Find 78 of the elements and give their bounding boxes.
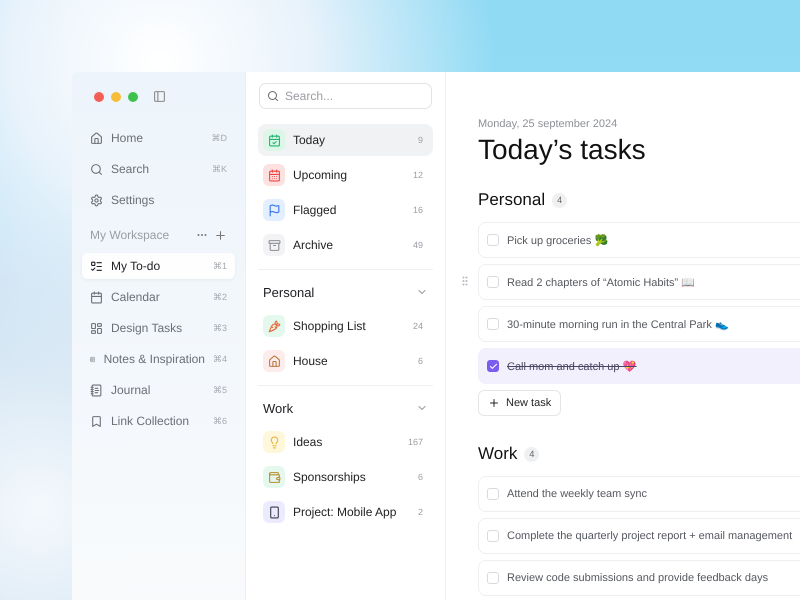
count-text: 6 xyxy=(418,472,423,482)
section-title: My Workspace xyxy=(90,228,170,242)
list-item[interactable]: Sponsorships 6 xyxy=(258,461,433,493)
checkbox[interactable] xyxy=(487,360,499,372)
minimize-dot[interactable] xyxy=(111,92,121,102)
date-text: Monday, 25 september 2024 xyxy=(478,118,618,130)
count-text: 49 xyxy=(412,240,423,250)
sidebar-item[interactable]: Notes & Inspiration ⌘4 xyxy=(82,346,235,372)
search-icon xyxy=(90,162,103,176)
shortcut-text: ⌘5 xyxy=(212,384,227,396)
task-row[interactable]: Complete the quarterly project report + email management xyxy=(478,518,800,554)
add-icon[interactable] xyxy=(214,228,227,242)
list-item[interactable]: Archive 49 xyxy=(258,229,433,261)
task-row[interactable]: Call mom and catch up 💖 xyxy=(478,348,800,384)
carrot-icon xyxy=(263,315,285,337)
list-item[interactable]: Upcoming 12 xyxy=(258,159,433,191)
sidebar-item[interactable]: Settings xyxy=(82,187,235,213)
phone-icon xyxy=(263,501,285,523)
list-item[interactable]: Ideas 167 xyxy=(258,426,433,458)
count-text: 167 xyxy=(408,437,423,447)
count-text: 6 xyxy=(418,356,423,366)
count-text: 12 xyxy=(412,170,423,180)
close-dot[interactable] xyxy=(94,92,104,102)
task-row[interactable]: Attend the weekly team sync xyxy=(478,476,800,512)
list-item[interactable]: House 6 xyxy=(258,345,433,377)
note-icon xyxy=(90,384,103,396)
shortcut-text: ⌘K xyxy=(212,164,227,174)
plus-icon xyxy=(488,397,500,409)
house-icon xyxy=(263,350,285,372)
count-badge: 4 xyxy=(524,446,540,462)
bookmark-icon xyxy=(90,414,103,428)
count-text: 2 xyxy=(418,507,423,517)
page-title: Today’s tasks xyxy=(478,134,647,166)
sidebar-item[interactable]: My To-do ⌘1 xyxy=(82,253,235,279)
check-icon xyxy=(488,362,498,370)
calendar-check-icon xyxy=(263,129,285,151)
list-item[interactable]: Shopping List 24 xyxy=(258,310,433,342)
search-field[interactable]: Search... xyxy=(259,83,432,109)
list-item[interactable]: Project: Mobile App 2 xyxy=(258,496,433,528)
count-text: 9 xyxy=(418,135,423,145)
sidebar-toggle-icon[interactable] xyxy=(153,90,166,103)
archive-icon xyxy=(263,234,285,256)
shortcut-text: ⌘1 xyxy=(212,260,227,272)
settings-icon xyxy=(90,194,103,206)
sidebar-item[interactable]: Design Tasks ⌘3 xyxy=(82,315,235,341)
shortcut-text: ⌘3 xyxy=(212,322,227,334)
task-row[interactable]: Pick up groceries 🥦 xyxy=(478,222,800,258)
shortcut-text: ⌘6 xyxy=(212,416,227,426)
count-text: 16 xyxy=(412,205,423,215)
section-title: Work xyxy=(478,444,518,464)
calendar-icon xyxy=(90,290,103,304)
list-item[interactable]: Flagged 16 xyxy=(258,194,433,226)
maximize-dot[interactable] xyxy=(128,92,138,102)
checklist-icon xyxy=(90,260,103,272)
flag-icon xyxy=(263,199,285,221)
count-text: 24 xyxy=(412,321,423,331)
board-icon xyxy=(90,322,103,334)
shortcut-text: ⌘2 xyxy=(212,292,227,302)
list-item[interactable]: Today 9 xyxy=(258,124,433,156)
group-header[interactable]: Personal xyxy=(258,282,433,302)
task-row[interactable]: Review code submissions and provide feedback days xyxy=(478,560,800,596)
sidebar-item[interactable]: Journal ⌘5 xyxy=(82,377,235,403)
new-task-button[interactable]: New task xyxy=(478,390,562,416)
task-row[interactable]: 30-minute morning run in the Central Park 👟 xyxy=(478,306,800,342)
sidebar-item[interactable]: Calendar ⌘2 xyxy=(82,284,235,310)
wallet-icon xyxy=(263,466,285,488)
lightbulb-icon xyxy=(263,431,285,453)
home-icon xyxy=(90,132,103,144)
sidebar-item[interactable]: Search ⌘K xyxy=(82,156,235,182)
sidebar-item[interactable]: Home ⌘D xyxy=(82,125,235,151)
section-title: Personal xyxy=(478,190,546,210)
shortcut-text: ⌘D xyxy=(212,132,227,144)
group-header[interactable]: Work xyxy=(258,398,433,418)
sidebar-item[interactable]: Link Collection ⌘6 xyxy=(82,408,235,434)
shortcut-text: ⌘4 xyxy=(212,354,227,364)
count-badge: 4 xyxy=(552,192,568,208)
calendar-icon xyxy=(263,164,285,186)
search-icon xyxy=(267,90,279,102)
